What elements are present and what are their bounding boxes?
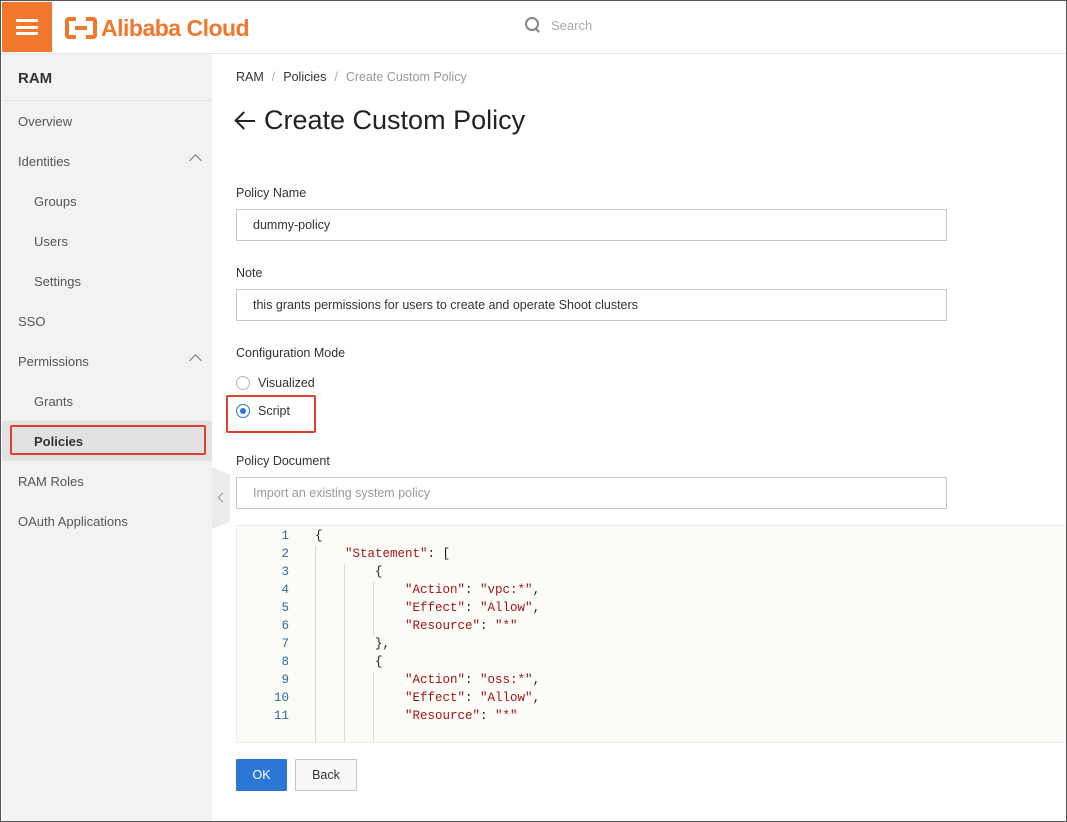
alibaba-logo-icon xyxy=(65,17,97,39)
code-text: "Effect": "Allow", xyxy=(405,691,541,705)
sidebar-item-identities[interactable]: Identities xyxy=(2,141,212,181)
sidebar-item-label: Users xyxy=(34,233,68,249)
sidebar-item-grants[interactable]: Grants xyxy=(2,381,212,421)
code-line: 9 "Action": "oss:*", xyxy=(237,671,1066,689)
code-text: "Resource": "*" xyxy=(405,619,518,633)
code-line: 8 { xyxy=(237,653,1066,671)
chevron-up-icon[interactable] xyxy=(189,154,202,167)
code-line: 11 "Resource": "*" xyxy=(237,707,1066,725)
back-button[interactable]: Back xyxy=(295,759,357,791)
radio-label: Script xyxy=(258,404,290,418)
code-line: 7 }, xyxy=(237,635,1066,653)
code-text: "Action": "oss:*", xyxy=(405,673,541,687)
radio-visualized[interactable]: Visualized xyxy=(236,376,315,390)
hamburger-menu-button[interactable] xyxy=(2,2,52,52)
code-text: { xyxy=(315,529,323,543)
radio-button-checked[interactable] xyxy=(236,404,250,418)
policy-name-input[interactable] xyxy=(236,209,947,241)
sidebar-item-sso[interactable]: SSO xyxy=(2,301,212,341)
sidebar-item-label: Permissions xyxy=(18,353,89,369)
line-number: 5 xyxy=(281,601,289,615)
sidebar-title: RAM xyxy=(18,70,53,87)
code-text: "Resource": "*" xyxy=(405,709,518,723)
sidebar-item-label: Policies xyxy=(34,433,84,449)
radio-label: Visualized xyxy=(258,376,315,390)
breadcrumb-ram[interactable]: RAM xyxy=(236,70,264,84)
code-line: 2 "Statement": [ xyxy=(237,545,1066,563)
policy-document-label: Policy Document xyxy=(236,454,330,468)
sidebar-item-overview[interactable]: Overview xyxy=(2,101,212,141)
sidebar-item-label: OAuth Applications xyxy=(18,513,128,529)
code-line: 10 "Effect": "Allow", xyxy=(237,689,1066,707)
code-text: "Statement": [ xyxy=(345,547,451,561)
sidebar-item-groups[interactable]: Groups xyxy=(2,181,212,221)
top-bar: Alibaba Cloud xyxy=(1,1,1066,54)
line-number: 8 xyxy=(281,655,289,669)
line-number: 2 xyxy=(281,547,289,561)
policy-code-editor[interactable]: 1{2 "Statement": [3 {4 "Action": "vpc:*"… xyxy=(236,525,1066,743)
code-text: "Effect": "Allow", xyxy=(405,601,541,615)
ok-button[interactable]: OK xyxy=(236,759,287,791)
sidebar-item-label: SSO xyxy=(18,313,46,329)
breadcrumb: RAM / Policies / Create Custom Policy xyxy=(236,70,467,84)
line-number: 9 xyxy=(281,673,289,687)
sidebar-item-users[interactable]: Users xyxy=(2,221,212,261)
code-text: }, xyxy=(315,637,391,651)
policy-name-label: Policy Name xyxy=(236,186,307,200)
breadcrumb-current: Create Custom Policy xyxy=(345,70,467,84)
sidebar-item-oauth-applications[interactable]: OAuth Applications xyxy=(2,501,212,541)
sidebar-item-permissions[interactable]: Permissions xyxy=(2,341,212,381)
logo-text: Alibaba Cloud xyxy=(101,14,250,41)
code-line: 6 "Resource": "*" xyxy=(237,617,1066,635)
code-line: 4 "Action": "vpc:*", xyxy=(237,581,1066,599)
code-text: { xyxy=(315,655,383,669)
line-number: 4 xyxy=(281,583,289,597)
radio-script[interactable]: Script xyxy=(236,404,290,418)
line-number: 7 xyxy=(281,637,289,651)
note-label: Note xyxy=(236,266,263,280)
sidebar-item-ram-roles[interactable]: RAM Roles xyxy=(2,461,212,501)
sidebar-item-label: RAM Roles xyxy=(18,473,84,489)
line-number: 3 xyxy=(281,565,289,579)
sidebar-item-settings[interactable]: Settings xyxy=(2,261,212,301)
radio-button-unchecked[interactable] xyxy=(236,376,250,390)
line-number: 11 xyxy=(273,709,289,723)
note-input[interactable] xyxy=(236,289,947,321)
code-line: 1{ xyxy=(237,527,1066,545)
hamburger-icon xyxy=(16,19,38,35)
chevron-up-icon[interactable] xyxy=(189,354,202,367)
app-window: Alibaba Cloud RAM Overview Identities Gr… xyxy=(0,0,1067,822)
search-icon[interactable] xyxy=(525,17,541,33)
sidebar-item-label: Groups xyxy=(34,193,77,209)
configuration-mode-label: Configuration Mode xyxy=(236,346,346,360)
breadcrumb-separator: / xyxy=(271,70,276,84)
sidebar-item-label: Grants xyxy=(34,393,74,409)
breadcrumb-separator: / xyxy=(334,70,338,84)
import-policy-input[interactable] xyxy=(236,477,947,509)
sidebar-item-policies[interactable]: Policies xyxy=(2,421,212,461)
sidebar: RAM Overview Identities Groups Users Set… xyxy=(2,54,212,821)
code-text: { xyxy=(315,565,383,579)
code-line: 3 { xyxy=(237,563,1066,581)
sidebar-collapse-handle[interactable] xyxy=(212,467,230,529)
sidebar-item-label: Identities xyxy=(18,153,71,169)
code-line: 5 "Effect": "Allow", xyxy=(237,599,1066,617)
alibaba-cloud-logo[interactable]: Alibaba Cloud xyxy=(65,14,250,42)
line-number: 1 xyxy=(281,529,289,543)
line-number: 6 xyxy=(281,619,289,633)
back-arrow-icon[interactable] xyxy=(235,110,257,132)
code-text: "Action": "vpc:*", xyxy=(405,583,541,597)
line-number: 10 xyxy=(273,691,289,705)
search-input[interactable] xyxy=(551,17,751,33)
search-bar xyxy=(525,17,751,33)
page-header: Create Custom Policy xyxy=(235,105,525,136)
breadcrumb-policies[interactable]: Policies xyxy=(283,70,326,84)
sidebar-item-label: Settings xyxy=(34,273,81,289)
sidebar-item-label: Overview xyxy=(18,113,73,129)
page-title: Create Custom Policy xyxy=(264,105,526,135)
